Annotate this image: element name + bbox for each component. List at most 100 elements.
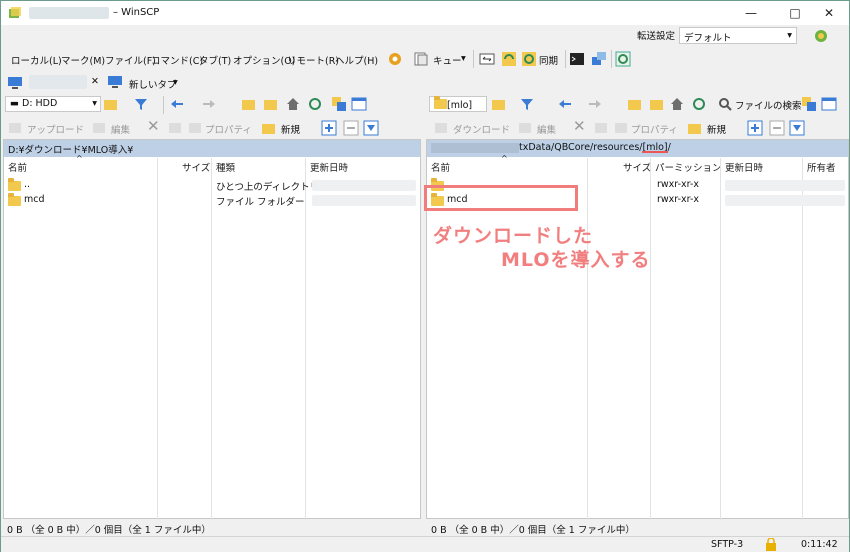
computer-icon[interactable] <box>7 75 23 91</box>
col-size[interactable]: サイズ <box>623 160 651 174</box>
find-files-icon[interactable] <box>717 96 733 112</box>
refresh-icon[interactable] <box>691 96 707 112</box>
back-arrow-icon[interactable] <box>557 96 573 112</box>
col-modified[interactable]: 更新日時 <box>310 160 348 174</box>
edit-label[interactable]: 編集 <box>111 122 130 136</box>
properties-label[interactable]: プロパティ <box>205 122 252 136</box>
forward-arrow-icon[interactable] <box>201 96 217 112</box>
menu-remote[interactable]: リモート(R) <box>287 53 339 67</box>
col-size[interactable]: サイズ <box>182 160 210 174</box>
column-divider <box>802 158 803 520</box>
menu-local[interactable]: ローカル(L) <box>11 53 62 67</box>
modified-blur <box>725 180 845 191</box>
col-modified[interactable]: 更新日時 <box>725 160 763 174</box>
folder-icon <box>8 193 21 206</box>
terminal-icon[interactable] <box>569 51 585 67</box>
edit-icon[interactable] <box>91 120 107 136</box>
parent-dir-icon[interactable] <box>627 96 643 112</box>
right-path-bar[interactable]: txData/QBCore/resources/[mlo]/ <box>427 140 848 157</box>
close-button[interactable]: ✕ <box>809 1 849 25</box>
rename-icon[interactable] <box>167 120 183 136</box>
new-tab-dropdown-icon[interactable]: ▾ <box>173 77 178 88</box>
minus-icon[interactable] <box>343 120 359 136</box>
new-folder-icon[interactable] <box>261 120 277 136</box>
modified-blur <box>725 195 845 206</box>
delete-icon[interactable]: ✕ <box>573 117 586 135</box>
new-tab-label[interactable]: 新しいタブ <box>129 77 177 91</box>
session-name-blur[interactable] <box>29 75 87 89</box>
minimize-button[interactable]: — <box>731 1 771 25</box>
find-files-icon[interactable] <box>801 96 817 112</box>
new-label[interactable]: 新規 <box>707 122 726 136</box>
find-files-label[interactable]: ファイルの検索 <box>735 98 802 112</box>
refresh-icon[interactable] <box>615 51 631 67</box>
col-name[interactable]: 名前 <box>431 160 450 174</box>
menu-file[interactable]: ファイル(F) <box>105 53 156 67</box>
menu-help[interactable]: ヘルプ(H) <box>335 53 378 67</box>
sync-label[interactable]: 同期 <box>539 53 558 67</box>
putty-icon[interactable] <box>591 51 607 67</box>
queue-label[interactable]: キュー <box>433 53 462 67</box>
rename-icon[interactable] <box>593 120 609 136</box>
queue-icon[interactable] <box>413 51 429 67</box>
properties-icon[interactable] <box>613 120 629 136</box>
menu-tab[interactable]: タブ(T) <box>199 53 231 67</box>
path-highlight-mark <box>642 151 668 153</box>
compare-icon[interactable] <box>479 51 495 67</box>
properties-label[interactable]: プロパティ <box>631 122 678 136</box>
open-folder-icon[interactable] <box>103 96 119 112</box>
close-session-icon[interactable]: ✕ <box>91 76 99 87</box>
menu-command[interactable]: コマンド(C) <box>151 53 203 67</box>
download-label[interactable]: ダウンロード <box>453 122 510 136</box>
col-permissions[interactable]: パーミッション <box>655 160 722 174</box>
new-label[interactable]: 新規 <box>281 122 300 136</box>
refresh-icon[interactable] <box>307 96 323 112</box>
parent-dir-icon[interactable] <box>241 96 257 112</box>
find-files-icon[interactable] <box>331 96 347 112</box>
folder-icon <box>434 96 447 109</box>
select-filter-icon[interactable] <box>363 120 379 136</box>
edit-label[interactable]: 編集 <box>537 122 556 136</box>
edit-icon[interactable] <box>517 120 533 136</box>
col-name[interactable]: 名前 <box>8 160 27 174</box>
plus-icon[interactable] <box>747 120 763 136</box>
right-dir-select[interactable]: [mlo] <box>429 96 487 112</box>
menu-mark[interactable]: マーク(M) <box>61 53 105 67</box>
plus-icon[interactable] <box>321 120 337 136</box>
home-icon[interactable] <box>285 96 301 112</box>
left-drive-select[interactable]: ▬ D: HDD ▾ <box>5 96 101 112</box>
open-folder-icon[interactable] <box>491 96 507 112</box>
delete-icon[interactable]: ✕ <box>147 117 160 135</box>
transfer-settings-select[interactable]: デフォルト ▾ <box>679 27 797 44</box>
left-file-pane[interactable]: D:¥ダウンロード¥MLO導入¥ 名前 ^ サイズ 種類 更新日時 .. ひとつ… <box>3 139 421 520</box>
sync-icon[interactable] <box>521 51 537 67</box>
download-icon[interactable] <box>433 120 449 136</box>
root-dir-icon[interactable] <box>649 96 665 112</box>
left-path-bar[interactable]: D:¥ダウンロード¥MLO導入¥ <box>4 140 420 157</box>
filter-icon[interactable] <box>133 96 149 112</box>
forward-arrow-icon[interactable] <box>587 96 603 112</box>
gear-icon[interactable] <box>387 51 403 67</box>
queue-dropdown-icon[interactable]: ▾ <box>461 53 466 64</box>
new-tab-icon[interactable] <box>107 74 123 90</box>
view-icon[interactable] <box>351 96 367 112</box>
minus-icon[interactable] <box>769 120 785 136</box>
lock-icon[interactable] <box>765 538 777 551</box>
row-name: mcd <box>24 194 45 205</box>
new-folder-icon[interactable] <box>687 120 703 136</box>
select-filter-icon[interactable] <box>789 120 805 136</box>
filter-icon[interactable] <box>519 96 535 112</box>
view-icon[interactable] <box>821 96 837 112</box>
back-arrow-icon[interactable] <box>169 96 185 112</box>
col-owner[interactable]: 所有者 <box>807 160 836 174</box>
globe-icon[interactable] <box>813 28 829 44</box>
root-dir-icon[interactable] <box>263 96 279 112</box>
right-dir-value: [mlo] <box>447 100 473 111</box>
upload-icon[interactable] <box>7 120 23 136</box>
col-type[interactable]: 種類 <box>216 160 235 174</box>
upload-label[interactable]: アップロード <box>27 122 84 136</box>
synchronize-browse-icon[interactable] <box>501 51 517 67</box>
home-icon[interactable] <box>669 96 685 112</box>
properties-icon[interactable] <box>187 120 203 136</box>
status-bar: SFTP-3 0:11:42 <box>1 536 849 552</box>
